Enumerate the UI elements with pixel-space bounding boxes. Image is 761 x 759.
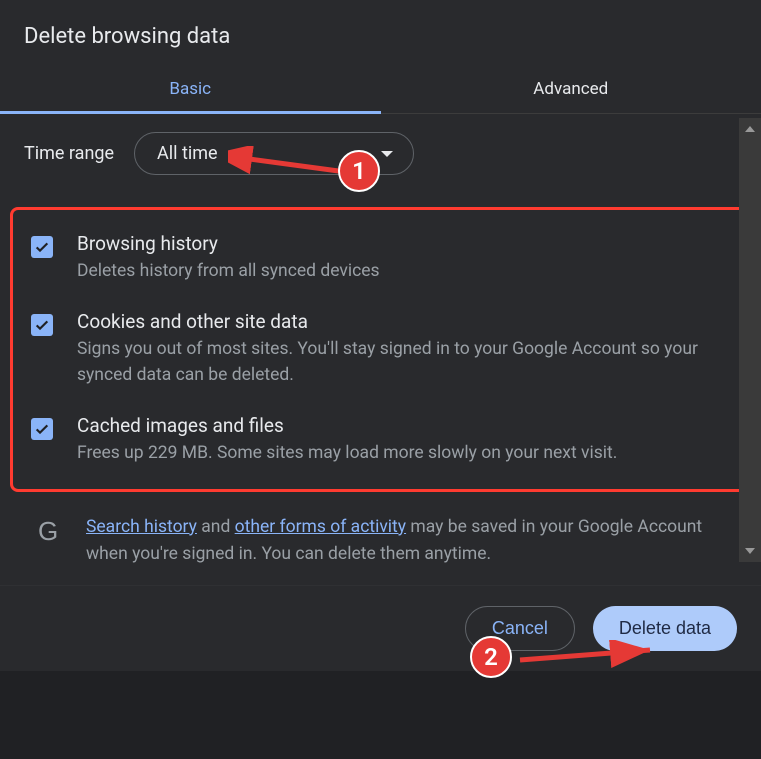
- annotation-highlight-box: Browsing history Deletes history from al…: [10, 207, 747, 492]
- scroll-down-icon[interactable]: [739, 540, 761, 562]
- checkbox-cookies[interactable]: [31, 314, 53, 336]
- tab-basic[interactable]: Basic: [0, 65, 381, 113]
- google-account-info: G Search history and other forms of acti…: [24, 514, 737, 568]
- checkbox-browsing-history[interactable]: [31, 236, 53, 258]
- chevron-down-icon: [381, 151, 393, 157]
- checkmark-icon: [34, 239, 50, 255]
- option-cached: Cached images and files Frees up 229 MB.…: [23, 406, 730, 470]
- info-text: Search history and other forms of activi…: [86, 514, 733, 568]
- link-search-history[interactable]: Search history: [86, 517, 197, 537]
- option-subtitle: Frees up 229 MB. Some sites may load mor…: [77, 441, 726, 466]
- link-other-activity[interactable]: other forms of activity: [235, 517, 406, 537]
- tab-advanced[interactable]: Advanced: [381, 65, 761, 113]
- option-title: Browsing history: [77, 232, 726, 255]
- checkmark-icon: [34, 421, 50, 437]
- annotation-arrow-2: [510, 640, 670, 680]
- scrollbar[interactable]: [739, 118, 761, 562]
- option-browsing-history: Browsing history Deletes history from al…: [23, 224, 730, 302]
- scroll-up-icon[interactable]: [739, 118, 761, 140]
- annotation-badge-1: 1: [338, 150, 380, 192]
- time-range-value: All time: [157, 143, 218, 164]
- time-range-label: Time range: [24, 143, 114, 164]
- annotation-badge-2: 2: [470, 636, 512, 678]
- dialog-title: Delete browsing data: [0, 0, 761, 65]
- option-subtitle: Deletes history from all synced devices: [77, 259, 726, 284]
- checkbox-cached[interactable]: [31, 418, 53, 440]
- google-icon: G: [38, 516, 66, 547]
- option-title: Cached images and files: [77, 414, 726, 437]
- tab-bar: Basic Advanced: [0, 65, 761, 114]
- delete-browsing-data-dialog: Delete browsing data Basic Advanced Time…: [0, 0, 761, 759]
- option-subtitle: Signs you out of most sites. You'll stay…: [77, 337, 726, 388]
- option-title: Cookies and other site data: [77, 310, 726, 333]
- backdrop: [0, 671, 761, 759]
- checkmark-icon: [34, 317, 50, 333]
- option-cookies: Cookies and other site data Signs you ou…: [23, 302, 730, 406]
